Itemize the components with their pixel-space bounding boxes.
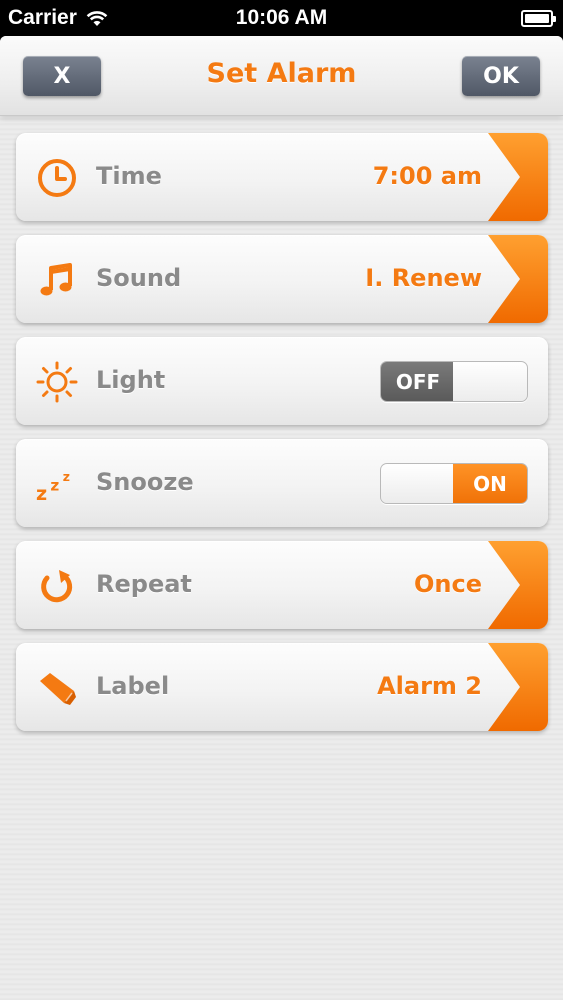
light-row: Light OFF <box>16 337 548 425</box>
sun-icon <box>36 361 78 403</box>
light-label: Light <box>96 366 166 394</box>
light-toggle-state: OFF <box>381 362 455 401</box>
snooze-toggle-state: ON <box>453 464 527 503</box>
status-clock: 10:06 AM <box>235 6 328 29</box>
time-label: Time <box>96 162 162 190</box>
label-label: Label <box>96 672 170 700</box>
set-alarm-screen: X Set Alarm OK Time 7:00 am Sound I. Ren… <box>0 36 563 1000</box>
repeat-value: Once <box>414 570 482 598</box>
svg-text:z: z <box>63 469 70 484</box>
sound-value: I. Renew <box>365 264 482 292</box>
toggle-knob[interactable] <box>453 362 527 401</box>
repeat-label: Repeat <box>96 570 192 598</box>
battery-icon <box>521 10 556 27</box>
label-row[interactable]: Label Alarm 2 <box>16 643 548 731</box>
sound-row[interactable]: Sound I. Renew <box>16 235 548 323</box>
time-value: 7:00 am <box>372 162 482 190</box>
label-value: Alarm 2 <box>377 672 482 700</box>
chevron-right-icon <box>488 643 548 731</box>
status-bar: Carrier 10:06 AM <box>0 0 563 36</box>
nav-bar: X Set Alarm OK <box>0 36 563 116</box>
repeat-icon <box>36 565 78 607</box>
snooze-row: z z z Snooze ON <box>16 439 548 527</box>
clock-icon <box>36 157 78 199</box>
zzz-icon: z z z <box>36 463 78 505</box>
sound-label: Sound <box>96 264 182 292</box>
svg-text:z: z <box>50 477 59 495</box>
time-row[interactable]: Time 7:00 am <box>16 133 548 221</box>
chevron-right-icon <box>488 235 548 323</box>
music-note-icon <box>36 259 78 301</box>
battery-fill <box>525 14 549 23</box>
repeat-row[interactable]: Repeat Once <box>16 541 548 629</box>
svg-text:z: z <box>36 482 47 505</box>
snooze-toggle[interactable]: ON <box>380 463 528 504</box>
light-toggle[interactable]: OFF <box>380 361 528 402</box>
tag-icon <box>36 667 78 709</box>
ok-button[interactable]: OK <box>462 56 540 96</box>
snooze-label: Snooze <box>96 468 194 496</box>
chevron-right-icon <box>488 541 548 629</box>
toggle-knob[interactable] <box>381 464 455 503</box>
chevron-right-icon <box>488 133 548 221</box>
